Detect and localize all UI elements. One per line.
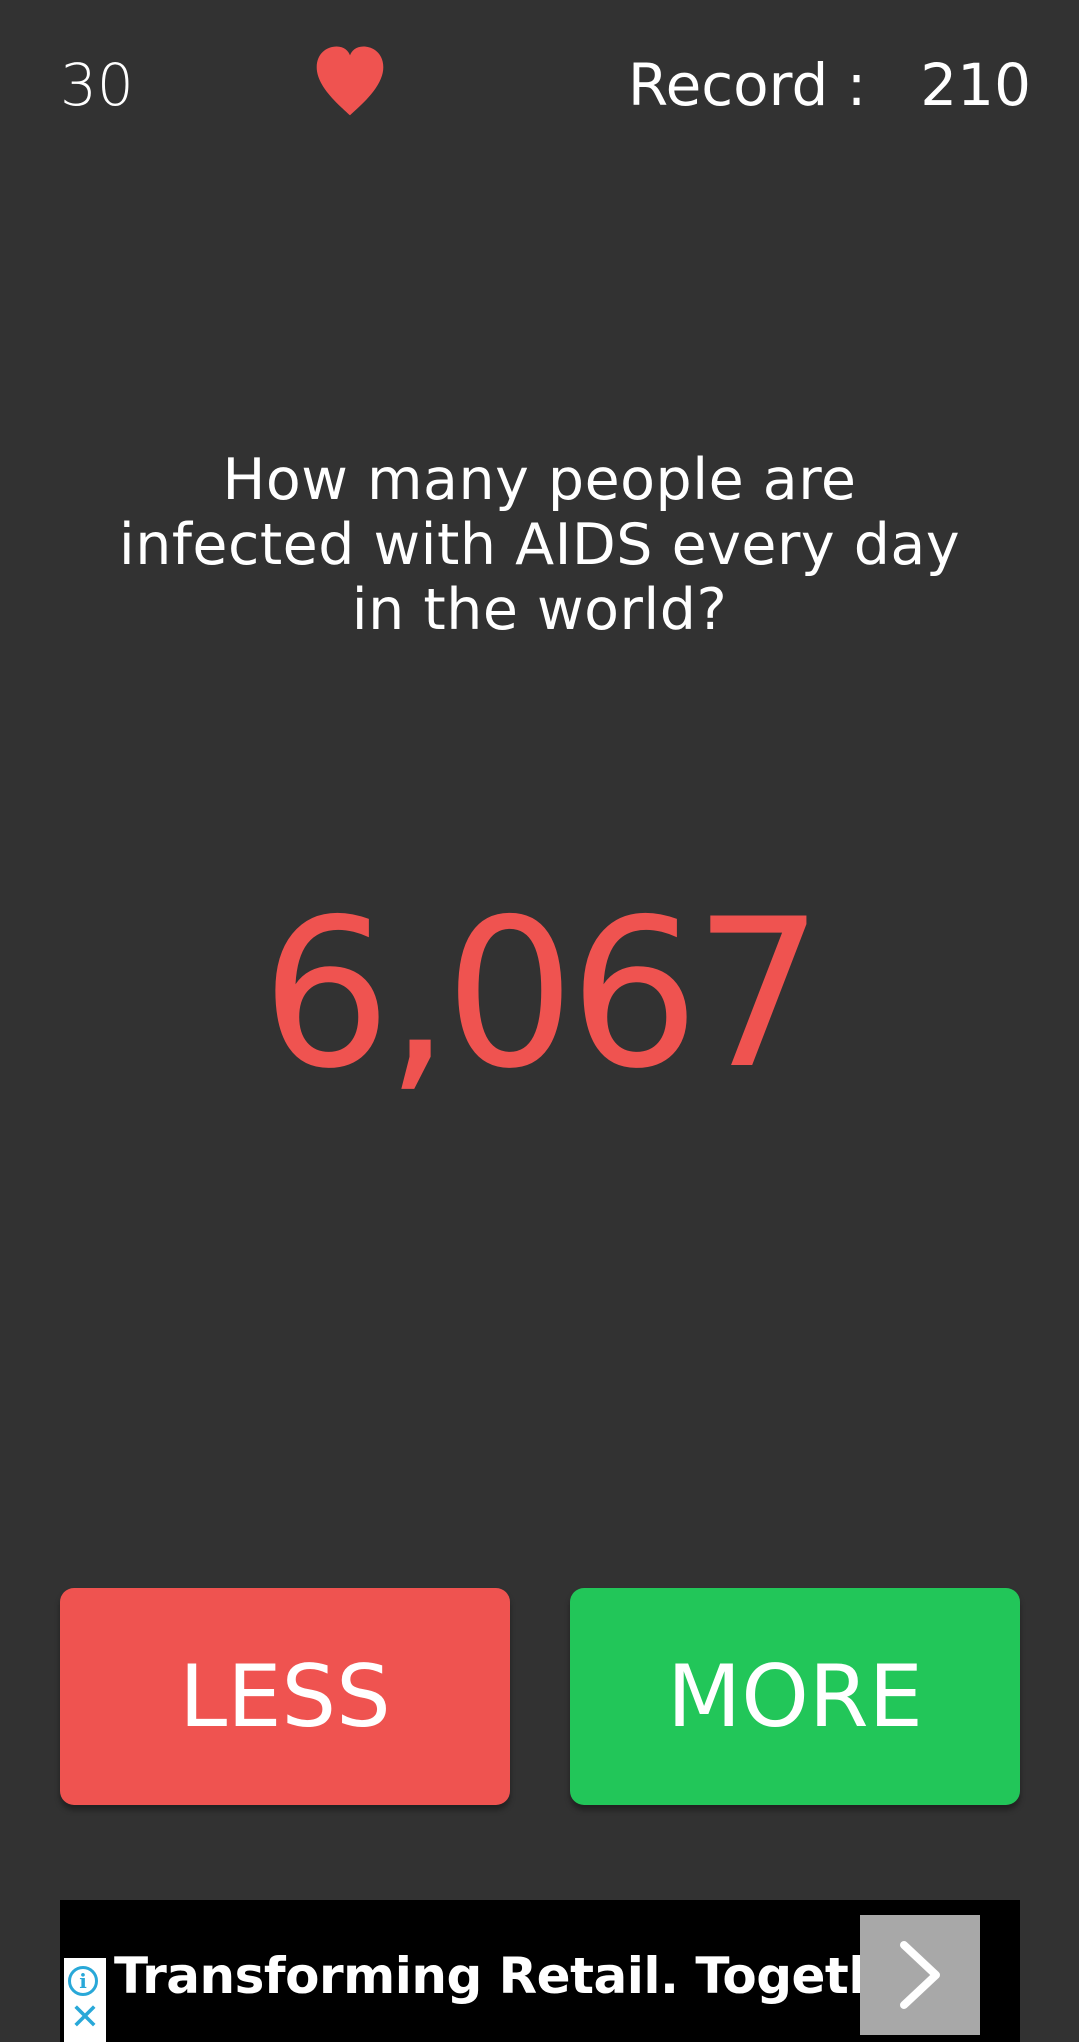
record-label: Record :	[627, 51, 867, 119]
answer-number: 6,067	[261, 876, 824, 1114]
info-icon[interactable]: i	[68, 1966, 98, 1996]
close-icon[interactable]: ✕	[69, 2000, 101, 2036]
more-button[interactable]: MORE	[570, 1588, 1020, 1805]
record-value: 210	[920, 51, 1031, 119]
question-text: How many people are infected with AIDS e…	[118, 447, 961, 643]
score-value: 30	[60, 51, 134, 119]
record-display: Record : 210	[628, 50, 1031, 120]
chevron-right-icon	[900, 1941, 940, 2009]
less-button-label: LESS	[179, 1646, 391, 1747]
ad-cta-button[interactable]	[860, 1915, 980, 2035]
ad-choices[interactable]: i ✕	[64, 1958, 106, 2042]
less-button[interactable]: LESS	[60, 1588, 510, 1805]
heart-icon	[316, 46, 384, 116]
more-button-label: MORE	[667, 1646, 923, 1747]
top-bar: 30 Record : 210	[0, 0, 1079, 170]
ad-banner[interactable]: i ✕ Transforming Retail. Together.	[60, 1900, 1020, 2042]
ad-headline[interactable]: Transforming Retail. Together.	[114, 1946, 953, 2006]
